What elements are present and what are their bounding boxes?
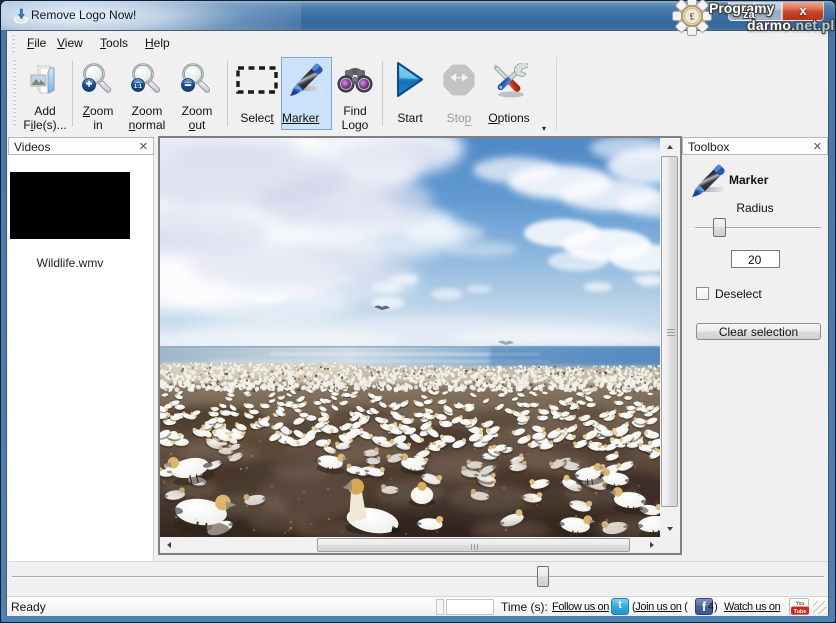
svg-text:1:1: 1:1	[134, 84, 142, 90]
svg-text:₤: ₤	[690, 12, 695, 22]
svg-text:You: You	[796, 601, 805, 607]
svg-text:Tube: Tube	[794, 609, 807, 615]
